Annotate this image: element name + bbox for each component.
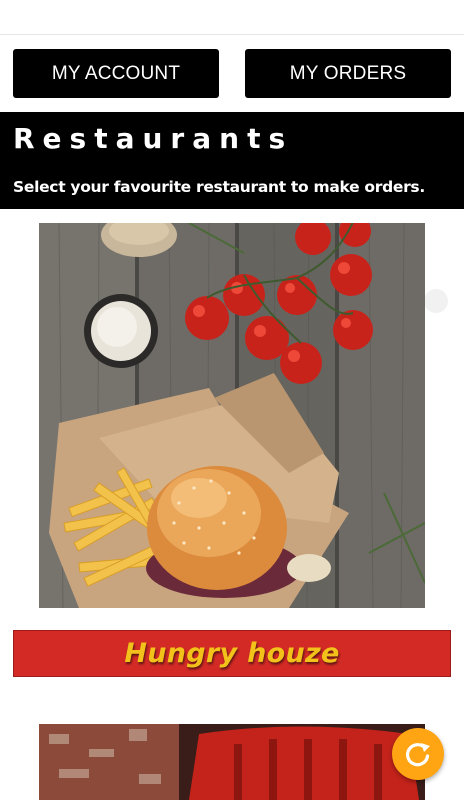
restaurant-image-hungry-houze[interactable] <box>39 223 425 608</box>
refresh-icon <box>406 743 430 767</box>
restaurants-header: Restaurants Select your favourite restau… <box>0 112 464 209</box>
my-orders-button[interactable]: MY ORDERS <box>245 49 451 98</box>
refresh-button[interactable] <box>392 728 444 780</box>
page-title: Restaurants <box>13 122 294 155</box>
my-account-button[interactable]: MY ACCOUNT <box>13 49 219 98</box>
restaurant-chairs-photo-icon <box>39 724 425 800</box>
ghost-indicator <box>424 289 448 313</box>
restaurant-image-second[interactable] <box>39 724 425 800</box>
restaurant-name: Hungry houze <box>124 638 340 669</box>
top-app-bar <box>0 0 464 35</box>
restaurant-name-banner[interactable]: Hungry houze <box>13 630 451 677</box>
burger-fries-photo-icon <box>39 223 425 608</box>
page-subtitle: Select your favourite restaurant to make… <box>13 178 425 196</box>
